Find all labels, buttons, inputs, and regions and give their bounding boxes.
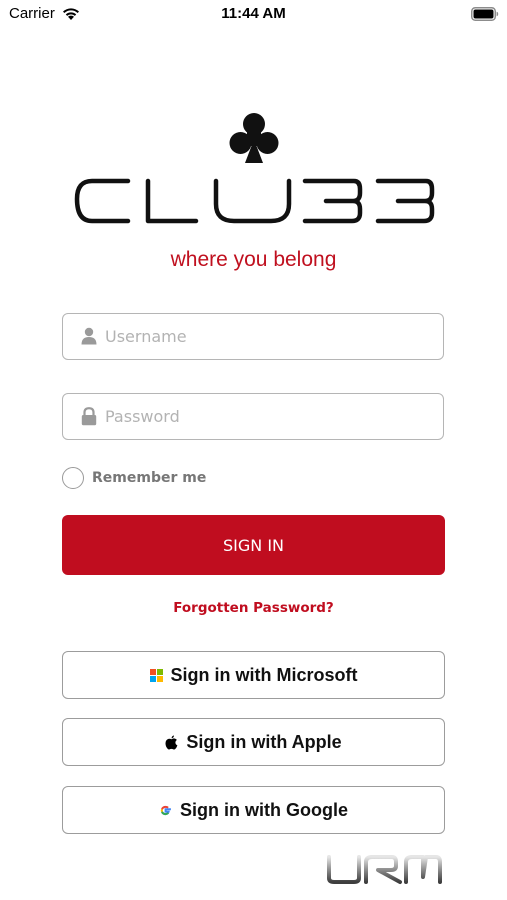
urm-logo — [327, 855, 442, 884]
remember-me-toggle[interactable]: Remember me — [62, 465, 206, 491]
lock-icon — [81, 407, 97, 426]
apple-icon — [165, 734, 178, 750]
user-icon — [81, 327, 97, 345]
password-input[interactable] — [105, 394, 425, 438]
microsoft-icon — [149, 668, 163, 682]
sign-in-google-button[interactable]: Sign in with Google — [62, 786, 445, 834]
username-field[interactable] — [62, 313, 444, 360]
status-time: 11:44 AM — [221, 5, 286, 22]
battery-icon — [471, 7, 499, 21]
google-icon — [160, 805, 171, 815]
sign-in-apple-button[interactable]: Sign in with Apple — [62, 718, 445, 766]
sign-in-microsoft-button[interactable]: Sign in with Microsoft — [62, 651, 445, 699]
clubb-logo — [74, 113, 435, 224]
remember-me-label: Remember me — [92, 470, 207, 486]
sign-in-microsoft-label: Sign in with Microsoft — [170, 664, 358, 685]
password-field[interactable] — [62, 393, 444, 440]
sign-in-button[interactable]: SIGN IN — [62, 515, 445, 575]
remember-me-radio[interactable] — [62, 467, 84, 489]
tagline: where you belong — [170, 248, 337, 271]
status-bar: Carrier 11:44 AM — [0, 0, 507, 30]
sign-in-google-label: Sign in with Google — [180, 799, 348, 820]
club-suit-icon — [229, 113, 279, 163]
logo-wordmark — [74, 178, 435, 224]
forgot-password-link[interactable]: Forgotten Password? — [0, 600, 507, 616]
sign-in-apple-label: Sign in with Apple — [186, 731, 342, 752]
username-input[interactable] — [105, 314, 425, 358]
